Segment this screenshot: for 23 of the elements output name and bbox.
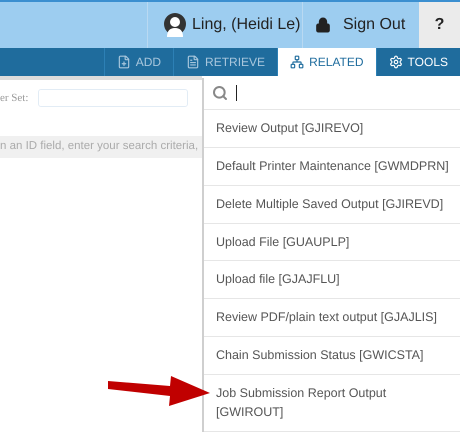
lock-icon (315, 17, 331, 33)
menu-item[interactable]: Upload File [GUAUPLP] (204, 224, 460, 262)
input-field[interactable] (38, 89, 188, 107)
text-cursor (236, 85, 237, 102)
menu-item[interactable]: Chain Submission Status [GWICSTA] (204, 337, 460, 376)
menu-item[interactable]: Delete Multiple Saved Output [GJIREVD] (204, 186, 460, 224)
settings-icon (388, 55, 403, 69)
user-name[interactable]: Ling, (Heidi Le) (192, 13, 300, 37)
hint-text: n an ID field, enter your search criteria, (0, 139, 198, 154)
toolbar-tab[interactable]: RELATED (277, 48, 376, 76)
file-plus-icon (116, 55, 131, 69)
field-label: er Set: (0, 90, 28, 106)
network-icon (290, 55, 304, 69)
menu-item[interactable]: Review PDF/plain text output [GJAJLIS] (204, 299, 460, 338)
menu-item[interactable]: Default Printer Maintenance [GWMDPRN] (204, 148, 460, 186)
menu-item[interactable]: Review Output [GJIREVO] (204, 110, 460, 148)
menu-item[interactable]: Upload file [GJAJFLU] (204, 261, 460, 300)
search-icon (212, 85, 228, 102)
document-icon (186, 55, 200, 69)
help-button[interactable]: ? (419, 2, 460, 48)
toolbar-tab[interactable]: TOOLS (376, 48, 460, 76)
avatar-icon (164, 13, 186, 37)
menu-item[interactable]: Job Submission Report Output [GWIROUT] (204, 375, 460, 432)
